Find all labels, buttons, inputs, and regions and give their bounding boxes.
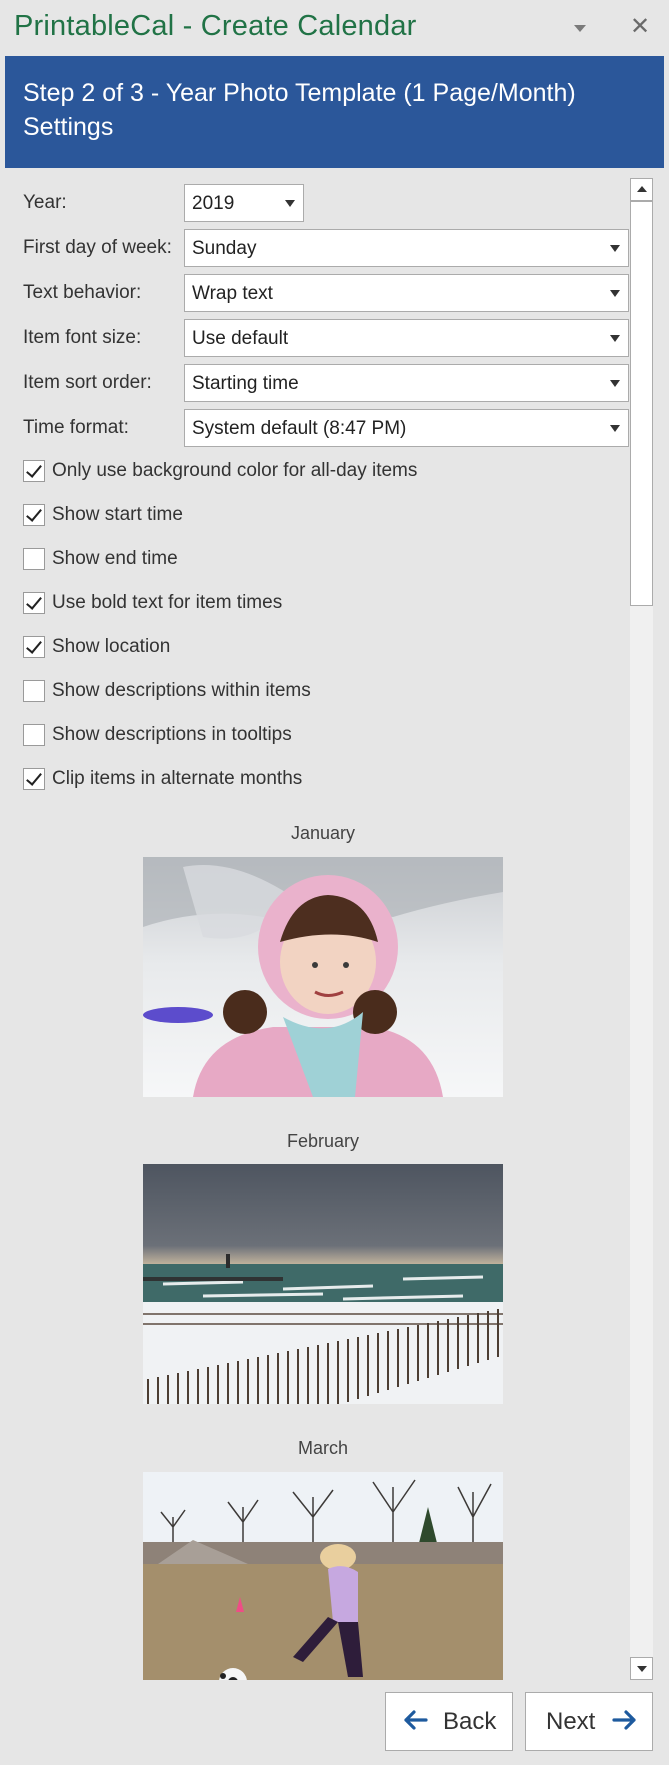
month-label-february: February: [286, 1131, 360, 1151]
photo-march[interactable]: [143, 1472, 503, 1680]
text-behavior-row: Text behavior: Wrap text: [23, 274, 629, 312]
checkbox-box[interactable]: [23, 636, 45, 658]
dropdown-arrow-icon: [610, 245, 620, 252]
item-font-size-row: Item font size: Use default: [23, 319, 629, 357]
title-bar: PrintableCal - Create Calendar ✕: [0, 0, 669, 56]
time-format-select[interactable]: System default (8:47 PM): [184, 409, 629, 447]
first-day-label: First day of week:: [23, 237, 172, 258]
text-behavior-label: Text behavior:: [23, 282, 142, 303]
photo-february[interactable]: [143, 1164, 503, 1404]
checkbox-box[interactable]: [23, 548, 45, 570]
checkbox-box[interactable]: [23, 724, 45, 746]
checkbox-box[interactable]: [23, 504, 45, 526]
scroll-down-arrow-icon[interactable]: [630, 1657, 653, 1680]
checkbox-label: Show end time: [52, 548, 178, 569]
item-sort-order-select[interactable]: Starting time: [184, 364, 629, 402]
step-subtitle: Settings: [23, 113, 114, 141]
dropdown-arrow-icon: [610, 425, 620, 432]
dropdown-arrow-icon: [610, 380, 620, 387]
dropdown-arrow-icon: [610, 335, 620, 342]
first-day-value: Sunday: [192, 238, 257, 259]
vertical-scrollbar[interactable]: [630, 178, 653, 1680]
checkbox-label: Show descriptions within items: [52, 680, 311, 701]
scroll-up-arrow-icon[interactable]: [630, 178, 653, 201]
photo-january[interactable]: [143, 857, 503, 1097]
girl-kicking-soccer-ball-photo: [143, 1472, 503, 1680]
year-row: Year: 2019: [23, 184, 629, 222]
time-format-row: Time format: System default (8:47 PM): [23, 409, 629, 447]
text-behavior-select[interactable]: Wrap text: [184, 274, 629, 312]
settings-panel: Year: 2019 First day of week: Sunday Tex…: [0, 168, 669, 1680]
back-button[interactable]: Back: [385, 1692, 513, 1751]
checkbox-label: Only use background color for all-day it…: [52, 460, 418, 481]
time-format-label: Time format:: [23, 417, 129, 438]
checkbox-box[interactable]: [23, 768, 45, 790]
month-label-march: March: [297, 1438, 348, 1458]
close-icon[interactable]: ✕: [628, 14, 652, 38]
checkbox-label: Show descriptions in tooltips: [52, 724, 292, 745]
item-sort-order-row: Item sort order: Starting time: [23, 364, 629, 402]
item-font-size-label: Item font size:: [23, 327, 142, 348]
snowy-beach-lighthouse-photo: [143, 1164, 503, 1404]
arrow-right-icon: [612, 1710, 636, 1730]
item-font-size-select[interactable]: Use default: [184, 319, 629, 357]
text-behavior-value: Wrap text: [192, 283, 273, 304]
step-banner: Step 2 of 3 - Year Photo Template (1 Pag…: [5, 56, 664, 168]
next-button[interactable]: Next: [525, 1692, 653, 1751]
checkbox-label: Show location: [52, 636, 171, 657]
month-label-january: January: [290, 823, 356, 843]
year-select[interactable]: 2019: [184, 184, 304, 222]
year-value: 2019: [192, 193, 235, 214]
first-day-row: First day of week: Sunday: [23, 229, 629, 267]
checkbox-box[interactable]: [23, 680, 45, 702]
checkbox-label: Clip items in alternate months: [52, 768, 303, 789]
dropdown-arrow-icon: [285, 200, 295, 207]
scrollbar-thumb[interactable]: [630, 201, 653, 606]
item-font-size-value: Use default: [192, 328, 289, 349]
back-label: Back: [443, 1708, 497, 1735]
checkbox-box[interactable]: [23, 460, 45, 482]
chevron-down-icon[interactable]: [570, 20, 590, 36]
checkbox-label: Use bold text for item times: [52, 592, 283, 613]
next-label: Next: [546, 1708, 596, 1735]
girl-in-pink-snowsuit-photo: [143, 857, 503, 1097]
first-day-select[interactable]: Sunday: [184, 229, 629, 267]
item-sort-order-label: Item sort order:: [23, 372, 152, 393]
step-title: Step 2 of 3 - Year Photo Template (1 Pag…: [23, 79, 576, 107]
arrow-left-icon: [404, 1710, 428, 1730]
year-label: Year:: [23, 192, 67, 213]
checkbox-box[interactable]: [23, 592, 45, 614]
checkbox-label: Show start time: [52, 504, 183, 525]
item-sort-order-value: Starting time: [192, 373, 299, 394]
dropdown-arrow-icon: [610, 290, 620, 297]
time-format-value: System default (8:47 PM): [192, 418, 407, 439]
window-title: PrintableCal - Create Calendar: [14, 10, 417, 42]
